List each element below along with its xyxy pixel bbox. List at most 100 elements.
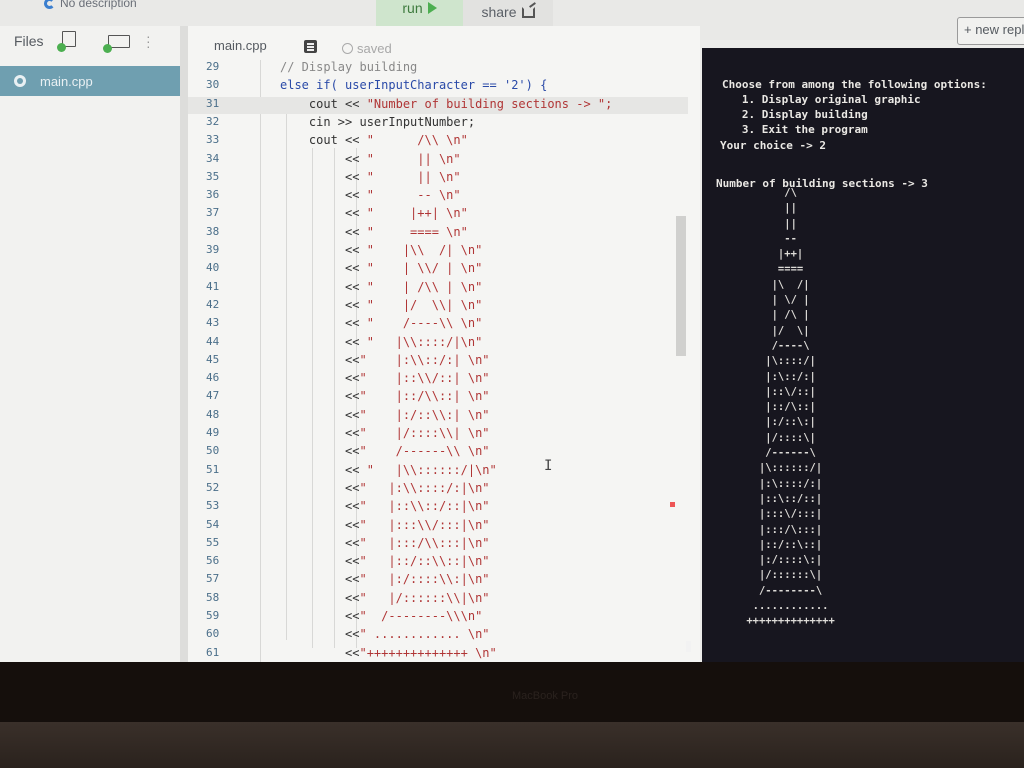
code-line[interactable]: 39 << " |\\ /| \n"	[188, 243, 688, 260]
line-number: 60	[206, 627, 220, 641]
line-number: 59	[206, 609, 220, 622]
line-number: 52	[206, 480, 220, 494]
code-line[interactable]: 42 << " |/ \\| \n"	[188, 298, 688, 315]
code-text: << " ==== \n"	[280, 225, 468, 239]
format-icon[interactable]	[304, 40, 317, 53]
string-literal: " |/::::::\\|\n"	[359, 590, 490, 605]
code-line[interactable]: 58 <<" |/::::::\\|\n"	[188, 591, 688, 608]
language-logo-icon	[44, 0, 55, 9]
add-file-icon[interactable]	[57, 31, 76, 52]
code-line[interactable]: 43 << " /----\\ \n"	[188, 316, 688, 333]
code-operator: <<	[280, 609, 360, 623]
code-line[interactable]: 41 << " | /\\ | \n"	[188, 280, 688, 297]
code-text: <<" |::/\\::| \n"	[280, 389, 490, 403]
string-literal: " |++| \n"	[366, 206, 468, 221]
string-literal: " |/::::\\| \n"	[359, 426, 490, 440]
console-line: Choose from among the following options:	[722, 78, 987, 91]
line-number: 41	[206, 279, 220, 293]
code-line[interactable]: 37 << " |++| \n"	[188, 206, 688, 223]
code-text: else if( userInputCharacter == '2') {	[280, 78, 548, 93]
code-line[interactable]: 46 <<" |::\\/::| \n"	[188, 371, 688, 388]
code-operator: <<	[280, 316, 367, 331]
panel-resize-handle[interactable]	[180, 26, 188, 662]
screen: No description run share + new repl File…	[0, 0, 1024, 662]
error-marker	[670, 502, 675, 507]
file-item-main-cpp[interactable]: main.cpp	[0, 66, 180, 96]
line-number: 53	[206, 499, 220, 513]
building-ascii-art: /\ || || -- |++| ==== |\ /| | \/ | | /\ …	[746, 187, 835, 628]
line-number: 45	[206, 352, 220, 366]
repl-description[interactable]: No description	[44, 0, 137, 10]
string-literal: " ............ \n"	[359, 627, 490, 642]
code-line[interactable]: 32 cin >> userInputNumber;	[188, 115, 688, 132]
code-line[interactable]: 33 cout << " /\\ \n"	[188, 133, 688, 150]
code-text: <<" |:::\\/:::|\n"	[280, 518, 490, 532]
string-literal: " |:/::::\\:|\n"	[359, 572, 490, 587]
line-number: 48	[206, 407, 220, 421]
code-operator: <<	[280, 279, 367, 294]
code-line[interactable]: 36 << " -- \n"	[188, 188, 688, 205]
string-literal: " ==== \n"	[366, 224, 468, 239]
code-line[interactable]: 61 <<"++++++++++++++ \n"	[188, 646, 688, 662]
console-line: 2. Display building	[722, 108, 868, 121]
code-line[interactable]: 29 // Display building	[188, 60, 688, 77]
code-operator: <<	[280, 389, 360, 404]
console-line: 1. Display original graphic	[722, 93, 921, 106]
history-icon	[342, 43, 353, 54]
code-line[interactable]: 56 <<" |::/::\\::|\n"	[188, 554, 688, 571]
code-operator: <<	[280, 590, 360, 605]
code-line[interactable]: 30 else if( userInputCharacter == '2') {	[188, 78, 688, 95]
code-operator: cout <<	[280, 96, 367, 111]
add-folder-icon[interactable]	[103, 35, 130, 53]
line-number: 44	[206, 334, 220, 348]
code-operator: <<	[280, 243, 367, 257]
line-number: 61	[206, 645, 220, 659]
editor-scrollbar[interactable]	[676, 216, 686, 356]
console-line: Number of building sections -> 3	[716, 177, 928, 190]
code-line[interactable]: 34 << " || \n"	[188, 152, 688, 169]
code-line[interactable]: 60 <<" ............ \n"	[188, 627, 688, 644]
code-line[interactable]: 54 <<" |:::\\/:::|\n"	[188, 518, 688, 535]
code-line[interactable]: 59 <<" /--------\\\n"	[188, 609, 688, 626]
code-operator: <<	[280, 517, 360, 532]
code-line[interactable]: 40 << " | \\/ | \n"	[188, 261, 688, 278]
code-text: << " |\\::::/|\n"	[280, 335, 482, 349]
console-output[interactable]: /\ || || -- |++| ==== |\ /| | \/ | | /\ …	[702, 48, 1024, 662]
code-line[interactable]: 44 << " |\\::::/|\n"	[188, 335, 688, 352]
code-line[interactable]: 38 << " ==== \n"	[188, 225, 688, 242]
string-literal: " /--------\\\n"	[359, 609, 483, 623]
tab-main-cpp[interactable]: main.cpp	[214, 38, 267, 53]
line-number: 43	[206, 316, 220, 330]
code-text: <<" |:\\::/:| \n"	[280, 353, 490, 367]
line-number: 56	[206, 554, 220, 568]
code-line[interactable]: 50 <<" /------\\ \n"	[188, 444, 688, 461]
string-literal: " |::/\\::| \n"	[359, 389, 490, 404]
code-text: <<" |::\\/::| \n"	[280, 371, 490, 385]
code-text: << " | /\\ | \n"	[280, 280, 482, 294]
code-editor[interactable]: main.cpp saved 29 // Display building 30 el…	[188, 26, 700, 662]
code-line[interactable]: 57 <<" |:/::::\\:|\n"	[188, 572, 688, 589]
new-repl-button[interactable]: + new repl	[957, 17, 1024, 45]
code-line[interactable]: 52 <<" |:\\::::/:|\n"	[188, 481, 688, 498]
code-operator: <<	[280, 535, 360, 550]
code-line[interactable]: 31 cout << "Number of building sections …	[188, 96, 688, 114]
share-label: share	[481, 4, 517, 20]
code-text: <<" |/::::\\| \n"	[280, 426, 490, 440]
code-line[interactable]: 55 <<" |:::/\\:::|\n"	[188, 536, 688, 553]
line-number: 54	[206, 517, 220, 531]
code-operator: <<	[280, 499, 360, 514]
code-line[interactable]: 35 << " || \n"	[188, 170, 688, 187]
code-line[interactable]: 49 <<" |/::::\\| \n"	[188, 426, 688, 443]
string-literal: " |/ \\| \n"	[366, 297, 483, 312]
code-line[interactable]: 45 <<" |:\\::/:| \n"	[188, 353, 688, 370]
code-line[interactable]: 51 << " |\\::::::/|\n"	[188, 463, 688, 480]
code-line[interactable]: 47 <<" |::/\\::| \n"	[188, 389, 688, 406]
more-options-icon[interactable]: · · ·	[146, 29, 151, 53]
code-area[interactable]: 29 // Display building 30 else if( userInpu…	[188, 60, 688, 662]
editor-tab-bar: main.cpp saved	[188, 26, 700, 60]
line-number: 40	[206, 261, 220, 275]
code-text: <<" /--------\\\n"	[280, 609, 482, 623]
code-line[interactable]: 53 <<" |::\\::/::|\n"	[188, 499, 688, 516]
code-line[interactable]: 48 <<" |:/::\\:| \n"	[188, 408, 688, 425]
string-literal: " |:::\\/:::|\n"	[359, 517, 490, 532]
